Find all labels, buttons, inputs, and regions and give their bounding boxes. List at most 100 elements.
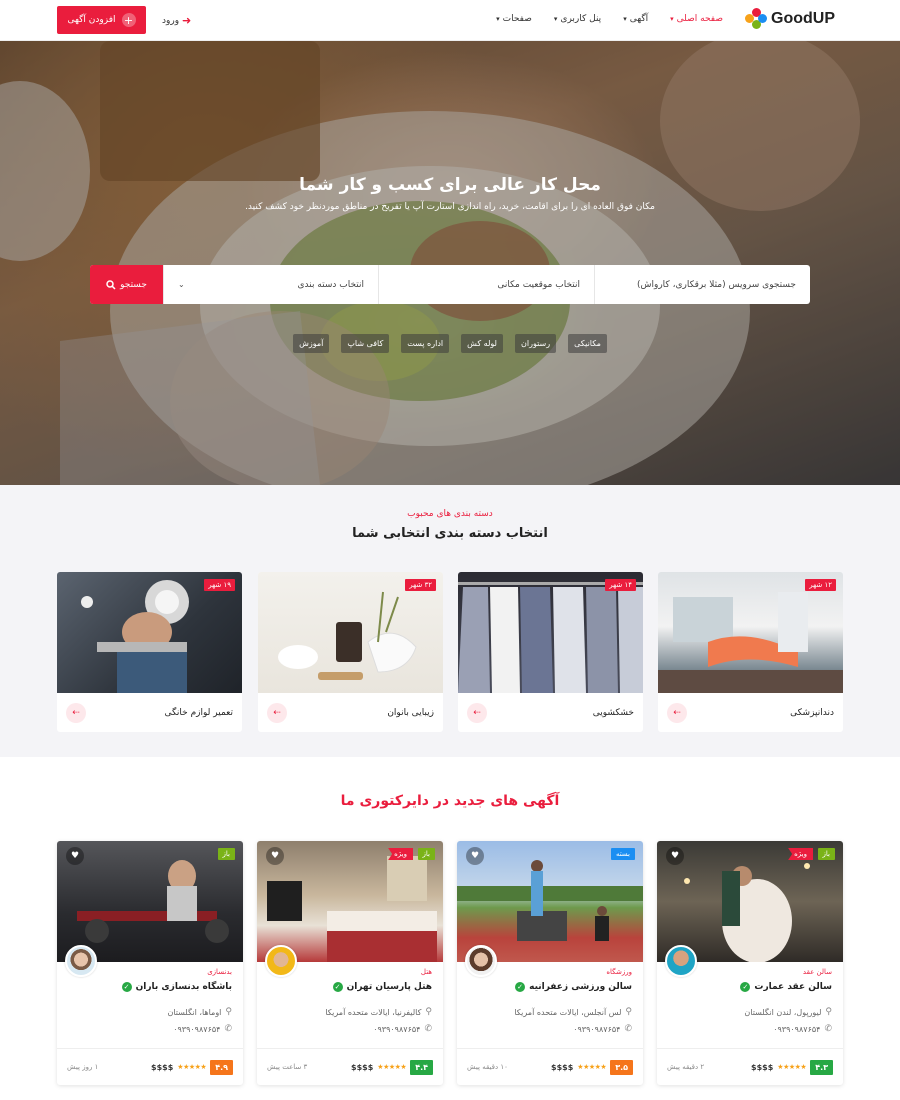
avatar[interactable] bbox=[265, 945, 297, 977]
avatar[interactable] bbox=[665, 945, 697, 977]
listing-rating: $$$$ ★★★★★ ۴.۹ bbox=[151, 1059, 233, 1075]
phone-text: ۰۹۳۹۰۹۸۷۶۵۴ bbox=[373, 1024, 421, 1034]
category-badge: ۱۴ شهر bbox=[605, 579, 636, 591]
category-card-dentistry[interactable]: ۱۲ شهر دندانپزشکی ⇠ bbox=[658, 572, 843, 732]
add-listing-label: افزودن آگهی bbox=[67, 15, 116, 25]
listing-card[interactable]: ♥ باز ویژه سالن عقد سالن عقد عمارت ✓ ⚲ لیو… bbox=[657, 841, 843, 1085]
verified-icon: ✓ bbox=[740, 982, 751, 992]
phone-icon: ✆ bbox=[624, 1024, 632, 1034]
listing-name-text: سالن ورزشی زعفرانیه bbox=[529, 982, 632, 992]
stars-icon: ★★★★★ bbox=[777, 1063, 807, 1071]
category-placeholder: انتخاب دسته بندی bbox=[297, 279, 364, 290]
stars-icon: ★★★★★ bbox=[577, 1063, 607, 1071]
category-badge: ۳۲ شهر bbox=[405, 579, 436, 591]
category-image: ۱۲ شهر bbox=[658, 572, 843, 693]
plus-icon: + bbox=[121, 13, 136, 27]
category-card-beauty[interactable]: ۳۲ شهر زیبایی بانوان ⇠ bbox=[258, 572, 443, 732]
listing-category: ورزشگاه bbox=[606, 968, 632, 976]
category-card-appliance-repair[interactable]: ۱۹ شهر تعمیر لوازم خانگی ⇠ bbox=[57, 572, 242, 732]
hero-subtitle: مکان فوق العاده ای را برای اقامت، خرید، … bbox=[245, 202, 655, 212]
listing-footer: ۱۰ دقیقه پیش $$$$ ★★★★★ ۳.۵ bbox=[457, 1048, 643, 1085]
listing-time: ۳ ساعت پیش bbox=[267, 1063, 308, 1071]
price-level: $$$$ bbox=[351, 1062, 374, 1072]
category-name: زیبایی بانوان bbox=[387, 707, 434, 718]
category-badge: ۱۹ شهر bbox=[204, 579, 235, 591]
arrow-left-icon[interactable]: ⇠ bbox=[267, 702, 287, 723]
site-logo[interactable]: GoodUP bbox=[745, 8, 835, 30]
location-text: لس آنجلس، ایالات متحده آمریکا bbox=[514, 1007, 622, 1017]
categories-title: انتخاب دسته بندی انتخابی شما bbox=[352, 526, 548, 541]
listing-location: ⚲ اوماها، انگلستان bbox=[167, 1007, 232, 1017]
service-search-placeholder: جستجوی سرویس (مثلا برقکاری، کارواش) bbox=[636, 279, 796, 290]
arrow-left-icon[interactable]: ⇠ bbox=[66, 702, 86, 723]
category-select[interactable]: انتخاب دسته بندی ⌄ bbox=[163, 265, 378, 304]
nav-item-label: صفحات bbox=[502, 14, 532, 24]
listing-name[interactable]: باشگاه بدنسازی باران ✓ bbox=[121, 982, 232, 992]
tag-post-office[interactable]: اداره پست bbox=[401, 334, 450, 353]
listing-footer: ۱ روز پیش $$$$ ★★★★★ ۴.۹ bbox=[57, 1048, 243, 1085]
location-text: کالیفرنیا، ایالات متحده آمریکا bbox=[325, 1007, 422, 1017]
heart-icon[interactable]: ♥ bbox=[266, 847, 284, 865]
avatar[interactable] bbox=[65, 945, 97, 977]
phone-icon: ✆ bbox=[824, 1024, 832, 1034]
location-pin-icon: ⚲ bbox=[225, 1007, 232, 1017]
service-search-input[interactable]: جستجوی سرویس (مثلا برقکاری، کارواش) bbox=[594, 265, 810, 304]
nav-item-label: صفحه اصلی bbox=[676, 14, 723, 24]
chevron-down-icon: ▾ bbox=[623, 15, 627, 23]
price-level: $$$$ bbox=[551, 1062, 574, 1072]
heart-icon[interactable]: ♥ bbox=[66, 847, 84, 865]
nav-item-listings[interactable]: آگهی ▾ bbox=[623, 14, 648, 24]
login-link[interactable]: ➜ ورود bbox=[162, 14, 191, 27]
add-listing-button[interactable]: افزودن آگهی + bbox=[57, 6, 146, 34]
heart-icon[interactable]: ♥ bbox=[466, 847, 484, 865]
listing-name-text: باشگاه بدنسازی باران bbox=[135, 982, 232, 992]
listing-name[interactable]: سالن ورزشی زعفرانیه ✓ bbox=[515, 982, 632, 992]
location-pin-icon: ⚲ bbox=[425, 1007, 432, 1017]
heart-icon[interactable]: ♥ bbox=[666, 847, 684, 865]
tag-education[interactable]: آموزش bbox=[293, 334, 330, 353]
tag-plumber[interactable]: لوله کش bbox=[461, 334, 503, 353]
status-badge: باز bbox=[217, 848, 235, 860]
nav-item-dashboard[interactable]: پنل کاربری ▾ bbox=[554, 14, 601, 24]
listing-rating: $$$$ ★★★★★ ۴.۳ bbox=[751, 1059, 833, 1075]
listing-time: ۱۰ دقیقه پیش bbox=[467, 1063, 508, 1071]
listing-card[interactable]: ♥ بسته ورزشگاه سالن ورزشی زعفرانیه ✓ ⚲ لس … bbox=[457, 841, 643, 1085]
tag-restaurant[interactable]: رستوران bbox=[514, 334, 557, 353]
listing-image: ♥ باز ویژه bbox=[657, 841, 843, 962]
hero-title: محل کار عالی برای کسب و کار شما bbox=[299, 175, 601, 195]
listing-name[interactable]: هتل پارسیان تهران ✓ bbox=[332, 982, 432, 992]
chevron-down-icon: ▾ bbox=[496, 15, 500, 23]
category-image: ۱۹ شهر bbox=[57, 572, 242, 693]
arrow-left-icon[interactable]: ⇠ bbox=[467, 702, 487, 723]
location-pin-icon: ⚲ bbox=[825, 1007, 832, 1017]
nav-item-home[interactable]: صفحه اصلی ▾ bbox=[670, 14, 723, 24]
listing-location: ⚲ کالیفرنیا، ایالات متحده آمریکا bbox=[325, 1007, 432, 1017]
nav-item-pages[interactable]: صفحات ▾ bbox=[496, 14, 532, 24]
search-button[interactable]: جستجو bbox=[90, 265, 163, 304]
stars-icon: ★★★★★ bbox=[177, 1063, 207, 1071]
search-button-label: جستجو bbox=[120, 279, 147, 290]
categories-pretitle: دسته بندی های محبوب bbox=[407, 509, 493, 519]
stars-icon: ★★★★★ bbox=[377, 1063, 407, 1071]
listing-phone: ✆ ۰۹۳۹۰۹۸۷۶۵۴ bbox=[573, 1024, 632, 1034]
listing-card[interactable]: ♥ باز ویژه هتل هتل پارسیان تهران ✓ ⚲ کالیف… bbox=[257, 841, 443, 1085]
price-level: $$$$ bbox=[151, 1062, 174, 1072]
tag-coffee-shop[interactable]: کافی شاپ bbox=[341, 334, 390, 353]
listing-footer: ۳ ساعت پیش $$$$ ★★★★★ ۴.۴ bbox=[257, 1048, 443, 1085]
listing-category: سالن عقد bbox=[802, 968, 832, 976]
listing-phone: ✆ ۰۹۳۹۰۹۸۷۶۵۴ bbox=[773, 1024, 832, 1034]
tag-mechanic[interactable]: مکانیکی bbox=[568, 334, 607, 353]
listing-card[interactable]: ♥ باز بدنسازی باشگاه بدنسازی باران ✓ ⚲ اوم… bbox=[57, 841, 243, 1085]
logo-text: GoodUP bbox=[771, 10, 835, 27]
price-level: $$$$ bbox=[751, 1062, 774, 1072]
category-name: دندانپزشکی bbox=[790, 707, 834, 718]
location-select[interactable]: انتخاب موقعیت مکانی bbox=[378, 265, 594, 304]
hero-section: محل کار عالی برای کسب و کار شما مکان فوق… bbox=[0, 41, 900, 485]
listing-time: ۱ روز پیش bbox=[67, 1063, 99, 1071]
arrow-left-icon[interactable]: ⇠ bbox=[667, 702, 687, 723]
listing-name[interactable]: سالن عقد عمارت ✓ bbox=[740, 982, 832, 992]
category-card-drycleaning[interactable]: ۱۴ شهر خشکشویی ⇠ bbox=[458, 572, 643, 732]
chevron-down-icon: ⌄ bbox=[178, 280, 185, 289]
listing-name-text: سالن عقد عمارت bbox=[754, 982, 832, 992]
avatar[interactable] bbox=[465, 945, 497, 977]
